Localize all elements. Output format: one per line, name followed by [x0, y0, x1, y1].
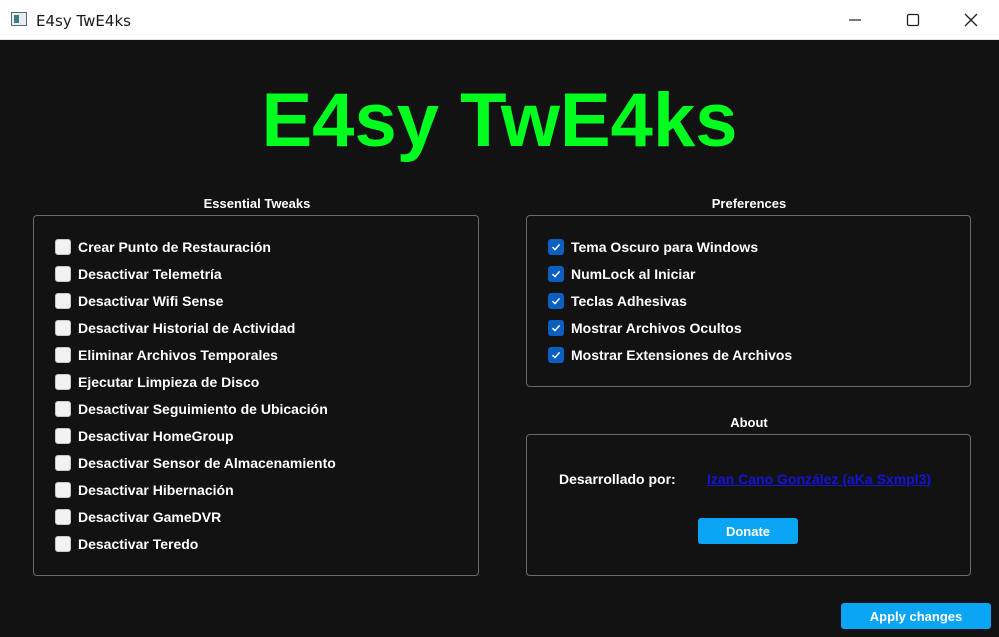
checkbox[interactable]	[55, 482, 71, 498]
option-label: Mostrar Extensiones de Archivos	[571, 347, 793, 363]
donate-button[interactable]: Donate	[698, 518, 798, 544]
app-heading: E4sy TwE4ks	[261, 78, 738, 163]
option-label: Teclas Adhesivas	[571, 293, 687, 309]
minimize-icon	[849, 19, 861, 21]
app-window-icon	[11, 12, 27, 26]
close-icon	[964, 13, 978, 27]
checkbox-checked[interactable]	[548, 293, 564, 309]
checkbox[interactable]	[55, 374, 71, 390]
option-label: Desactivar Historial de Actividad	[78, 320, 296, 336]
author-link[interactable]: Izan Cano González (aKa Sxmpl3)	[707, 471, 931, 487]
checkbox[interactable]	[55, 293, 71, 309]
preference-option[interactable]: NumLock al Iniciar	[548, 264, 695, 284]
essential-tweak-option[interactable]: Eliminar Archivos Temporales	[55, 345, 278, 365]
option-label: Desactivar GameDVR	[78, 509, 222, 525]
checkbox[interactable]	[55, 428, 71, 444]
checkbox[interactable]	[55, 266, 71, 282]
option-label: Desactivar Teredo	[78, 536, 199, 552]
checkbox[interactable]	[55, 239, 71, 255]
option-label: Desactivar Telemetría	[78, 266, 222, 282]
essential-tweak-option[interactable]: Desactivar Historial de Actividad	[55, 318, 295, 338]
essential-tweak-option[interactable]: Desactivar Telemetría	[55, 264, 222, 284]
option-label: Eliminar Archivos Temporales	[78, 347, 278, 363]
preference-option[interactable]: Tema Oscuro para Windows	[548, 237, 758, 257]
apply-changes-button[interactable]: Apply changes	[841, 603, 991, 629]
minimize-button[interactable]	[826, 0, 884, 40]
option-label: Crear Punto de Restauración	[78, 239, 271, 255]
preference-option[interactable]: Mostrar Extensiones de Archivos	[548, 345, 792, 365]
checkbox[interactable]	[55, 455, 71, 471]
option-label: Desactivar Wifi Sense	[78, 293, 224, 309]
option-label: Desactivar HomeGroup	[78, 428, 234, 444]
option-label: Desactivar Sensor de Almacenamiento	[78, 455, 336, 471]
essential-tweaks-title: Essential Tweaks	[203, 196, 311, 211]
close-button[interactable]	[942, 0, 999, 40]
essential-tweak-option[interactable]: Ejecutar Limpieza de Disco	[55, 372, 259, 392]
option-label: Desactivar Seguimiento de Ubicación	[78, 401, 328, 417]
checkmark-icon	[551, 243, 561, 251]
checkbox[interactable]	[55, 509, 71, 525]
preferences-panel: Tema Oscuro para Windows NumLock al Inic…	[526, 215, 971, 387]
about-title: About	[730, 415, 768, 430]
essential-tweak-option[interactable]: Desactivar Hibernación	[55, 480, 234, 500]
checkbox[interactable]	[55, 401, 71, 417]
option-label: Mostrar Archivos Ocultos	[571, 320, 742, 336]
essential-tweaks-panel: Crear Punto de Restauración Desactivar T…	[33, 215, 479, 576]
checkbox[interactable]	[55, 347, 71, 363]
essential-tweak-option[interactable]: Crear Punto de Restauración	[55, 237, 271, 257]
checkmark-icon	[551, 351, 561, 359]
checkbox-checked[interactable]	[548, 239, 564, 255]
checkmark-icon	[551, 297, 561, 305]
window-titlebar: E4sy TwE4ks	[0, 0, 999, 40]
checkbox[interactable]	[55, 536, 71, 552]
checkbox-checked[interactable]	[548, 266, 564, 282]
preference-option[interactable]: Teclas Adhesivas	[548, 291, 687, 311]
option-label: Tema Oscuro para Windows	[571, 239, 759, 255]
option-label: Ejecutar Limpieza de Disco	[78, 374, 260, 390]
essential-tweak-option[interactable]: Desactivar HomeGroup	[55, 426, 234, 446]
maximize-icon	[906, 13, 920, 27]
essential-tweak-option[interactable]: Desactivar Sensor de Almacenamiento	[55, 453, 336, 473]
option-label: Desactivar Hibernación	[78, 482, 234, 498]
checkmark-icon	[551, 270, 561, 278]
essential-tweak-option[interactable]: Desactivar Seguimiento de Ubicación	[55, 399, 328, 419]
option-label: NumLock al Iniciar	[571, 266, 696, 282]
preference-option[interactable]: Mostrar Archivos Ocultos	[548, 318, 742, 338]
essential-tweak-option[interactable]: Desactivar Teredo	[55, 534, 198, 554]
checkbox-checked[interactable]	[548, 320, 564, 336]
about-panel: Desarrollado por: Izan Cano González (aK…	[526, 434, 971, 576]
checkbox-checked[interactable]	[548, 347, 564, 363]
developed-by-label: Desarrollado por:	[559, 471, 676, 487]
preferences-title: Preferences	[711, 196, 787, 211]
checkbox[interactable]	[55, 320, 71, 336]
maximize-button[interactable]	[884, 0, 942, 40]
window-title: E4sy TwE4ks	[36, 12, 131, 30]
checkmark-icon	[551, 324, 561, 332]
essential-tweak-option[interactable]: Desactivar GameDVR	[55, 507, 221, 527]
essential-tweak-option[interactable]: Desactivar Wifi Sense	[55, 291, 223, 311]
